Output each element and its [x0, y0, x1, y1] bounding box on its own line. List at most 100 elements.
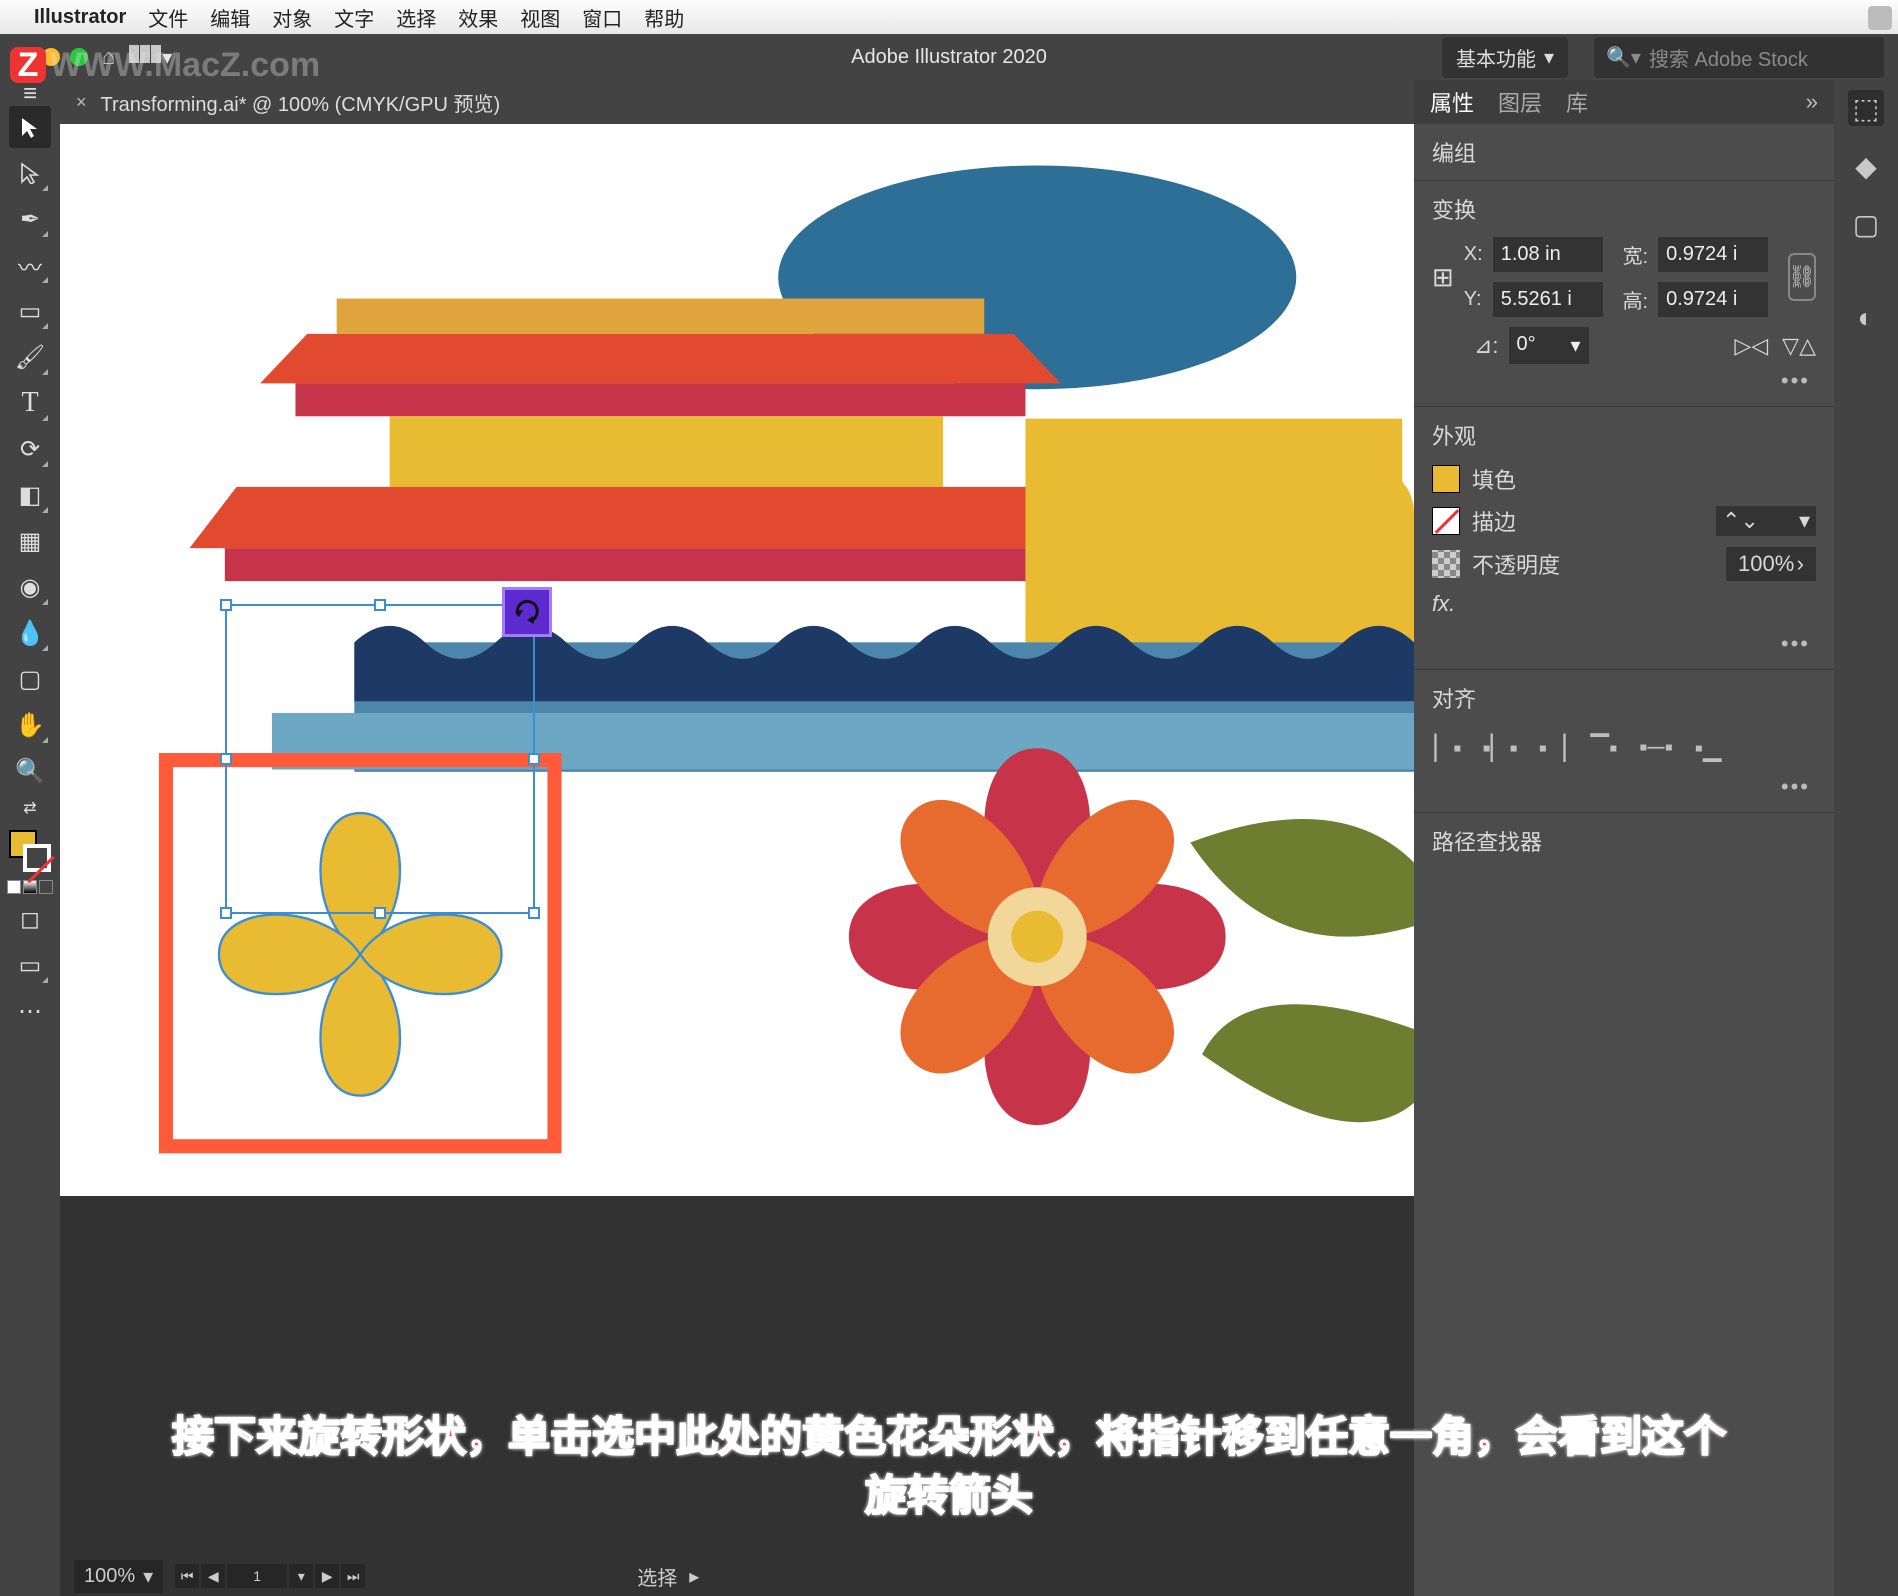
reference-point-icon[interactable]: ⊞ [1432, 262, 1454, 293]
menu-effect[interactable]: 效果 [458, 3, 498, 32]
stroke-weight-input[interactable]: ⌃⌄▾ [1716, 506, 1816, 536]
menu-file[interactable]: 文件 [148, 3, 188, 32]
opacity-input[interactable]: 100%› [1726, 547, 1816, 581]
align-left-icon[interactable]: ▏▪ [1432, 734, 1464, 762]
toolbar-handle-icon[interactable]: ≡ [9, 86, 51, 102]
screen-mode-icon[interactable]: ▭ [9, 944, 51, 986]
tab-libraries[interactable]: 库 [1566, 86, 1588, 118]
panel-collapse-icon[interactable]: » [1806, 89, 1818, 115]
rectangle-tool[interactable]: ▭ [9, 290, 51, 332]
edit-toolbar-icon[interactable]: ⋯ [9, 990, 51, 1032]
eyedropper-tool[interactable]: 💧 [9, 612, 51, 654]
fill-stroke-control[interactable] [9, 830, 51, 872]
flip-vertical-icon[interactable]: ▽△ [1782, 333, 1816, 359]
stroke-swatch[interactable] [23, 844, 51, 872]
close-tab-icon[interactable]: × [76, 92, 87, 113]
transform-more-icon[interactable]: ••• [1432, 364, 1816, 394]
zoom-level-select[interactable]: 100%▾ [74, 1560, 163, 1593]
prev-artboard-icon[interactable]: ◀ [201, 1564, 225, 1588]
eraser-tool[interactable]: ◧ [9, 474, 51, 516]
direct-select-tool[interactable] [9, 152, 51, 194]
document-tab[interactable]: × Transforming.ai* @ 100% (CMYK/GPU 预览) [60, 80, 1414, 124]
gradient-tool[interactable]: ▦ [9, 520, 51, 562]
resize-handle[interactable] [220, 599, 232, 611]
pen-tool[interactable]: ✒ [9, 198, 51, 240]
zoom-tool[interactable]: 🔍 [9, 750, 51, 792]
status-select-label[interactable]: 选择 [637, 1562, 677, 1591]
menu-view[interactable]: 视图 [520, 3, 560, 32]
asset-export-icon[interactable]: ◐ [1848, 300, 1884, 336]
first-artboard-icon[interactable]: ⏮ [175, 1564, 199, 1588]
menu-select[interactable]: 选择 [396, 3, 436, 32]
align-vcenter-icon[interactable]: ▪─▪ [1640, 734, 1672, 762]
document-tab-label: Transforming.ai* @ 100% (CMYK/GPU 预览) [101, 88, 501, 117]
artboards-panel-icon[interactable]: ▢ [1848, 206, 1884, 242]
curvature-tool[interactable]: 〰 [9, 244, 51, 286]
resize-handle[interactable] [374, 907, 386, 919]
menu-edit[interactable]: 编辑 [210, 3, 250, 32]
selection-type-row: 编组 [1414, 124, 1834, 181]
last-artboard-icon[interactable]: ⏭ [341, 1564, 365, 1588]
color-swap-icon[interactable]: ⇄ [9, 796, 51, 820]
mac-zoom-handle-icon[interactable] [1868, 6, 1892, 30]
fx-button[interactable]: fx. [1432, 591, 1455, 617]
fill-color-swatch[interactable] [1432, 465, 1460, 493]
stroke-color-swatch[interactable] [1432, 507, 1460, 535]
appearance-more-icon[interactable]: ••• [1432, 627, 1816, 657]
y-label: Y: [1464, 288, 1483, 311]
resize-handle[interactable] [374, 599, 386, 611]
document-area: × Transforming.ai* @ 100% (CMYK/GPU 预览) [60, 80, 1414, 1596]
resize-handle[interactable] [220, 753, 232, 765]
3d-panel-icon[interactable]: ⬚ [1848, 90, 1884, 126]
app-menu-name[interactable]: Illustrator [34, 6, 126, 29]
resize-handle[interactable] [220, 907, 232, 919]
type-tool[interactable]: T [9, 382, 51, 424]
menu-window[interactable]: 窗口 [582, 3, 622, 32]
chevron-right-icon: › [1797, 551, 1804, 577]
chevron-down-icon[interactable]: ▾ [289, 1564, 313, 1588]
menu-type[interactable]: 文字 [334, 3, 374, 32]
y-input[interactable]: 5.5261 i [1493, 282, 1603, 317]
fill-label: 填色 [1472, 463, 1516, 495]
transform-section: 变换 ⊞ X: 1.08 in 宽: 0.9724 i Y: 5.5261 i … [1414, 181, 1834, 407]
align-top-icon[interactable]: ▔▪ [1588, 734, 1620, 762]
artboard-nav: ⏮ ◀ 1 ▾ ▶ ⏭ [175, 1564, 365, 1588]
menu-help[interactable]: 帮助 [644, 3, 684, 32]
pasteboard [60, 1196, 1414, 1596]
selection-tool[interactable] [9, 106, 51, 148]
selection-bounding-box[interactable] [225, 604, 535, 914]
flip-horizontal-icon[interactable]: ▷◁ [1734, 333, 1768, 359]
h-input[interactable]: 0.9724 i [1658, 282, 1768, 317]
layers-panel-icon[interactable]: ◆ [1848, 148, 1884, 184]
canvas[interactable] [60, 124, 1414, 1596]
align-title: 对齐 [1432, 682, 1816, 714]
x-input[interactable]: 1.08 in [1493, 237, 1603, 272]
align-bottom-icon[interactable]: ▪▁ [1692, 734, 1724, 762]
hand-tool[interactable]: ✋ [9, 704, 51, 746]
w-input[interactable]: 0.9724 i [1658, 237, 1768, 272]
paintbrush-tool[interactable]: 🖌 [9, 336, 51, 378]
caption-line1: 接下来旋转形状，单击选中此处的黄色花朵形状，将指针移到任意一角，会看到这个 [100, 1408, 1798, 1467]
adobe-stock-search[interactable]: 🔍▾ 搜索 Adobe Stock [1594, 37, 1884, 78]
selection-type-label: 编组 [1432, 136, 1816, 168]
artboard-tool[interactable]: ▢ [9, 658, 51, 700]
x-label: X: [1464, 243, 1483, 266]
resize-handle[interactable] [528, 907, 540, 919]
resize-handle[interactable] [528, 753, 540, 765]
tab-properties[interactable]: 属性 [1430, 86, 1474, 118]
menu-object[interactable]: 对象 [272, 3, 312, 32]
workspace-switcher[interactable]: 基本功能 ▾ [1442, 37, 1568, 78]
align-more-icon[interactable]: ••• [1432, 770, 1816, 800]
align-hcenter-icon[interactable]: ▪▏▪ [1484, 734, 1516, 762]
rotate-tool[interactable]: ⟳ [9, 428, 51, 470]
artboard-index[interactable]: 1 [227, 1564, 287, 1588]
opacity-swatch-icon [1432, 550, 1460, 578]
align-right-icon[interactable]: ▪▕ [1536, 734, 1568, 762]
angle-input[interactable]: 0°▾ [1509, 327, 1589, 364]
draw-mode-icon[interactable]: ◻ [9, 898, 51, 940]
next-artboard-icon[interactable]: ▶ [315, 1564, 339, 1588]
tab-layers[interactable]: 图层 [1498, 86, 1542, 118]
artboard[interactable] [60, 124, 1414, 1196]
link-wh-icon[interactable]: ⛓ [1788, 253, 1816, 301]
shape-builder-tool[interactable]: ◉ [9, 566, 51, 608]
